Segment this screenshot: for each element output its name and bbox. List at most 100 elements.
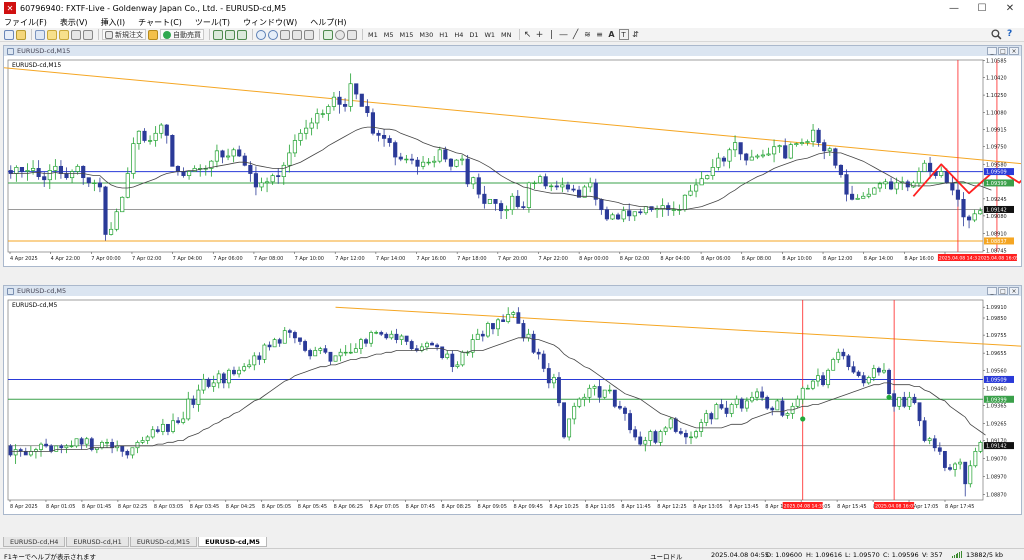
menu-tools[interactable]: ツール(T)	[195, 17, 230, 28]
chart-maximize-button[interactable]: □	[998, 287, 1008, 295]
data-window-icon[interactable]	[47, 29, 57, 40]
candle-body	[861, 195, 866, 199]
close-button[interactable]: ✕	[996, 0, 1024, 16]
maximize-button[interactable]: ☐	[968, 0, 996, 16]
price-tick-label: 1.09080	[986, 214, 1007, 220]
templates-icon[interactable]	[347, 29, 357, 40]
tab-eurusd-m15[interactable]: EURUSD-cd,M15	[129, 537, 198, 547]
tile-windows-icon[interactable]	[280, 29, 290, 40]
timeframe-m15[interactable]: M15	[398, 31, 416, 39]
auto-trade-button[interactable]: 自動売買	[160, 29, 204, 40]
text-label-icon[interactable]: T	[618, 29, 629, 40]
market-watch-icon[interactable]	[35, 29, 45, 40]
chart-close-button[interactable]: ×	[1009, 47, 1019, 55]
candle-body	[191, 398, 196, 405]
candle-body	[739, 398, 744, 409]
terminal-icon[interactable]	[71, 29, 81, 40]
candle-body	[445, 353, 450, 359]
indicators-icon[interactable]	[323, 29, 333, 40]
time-tick-label: 4 Apr 22:00	[51, 256, 80, 262]
channel-icon[interactable]: ≋	[583, 29, 593, 40]
menu-help[interactable]: ヘルプ(H)	[310, 17, 346, 28]
menu-insert[interactable]: 挿入(I)	[101, 17, 126, 28]
candle-body	[727, 149, 732, 162]
menu-chart[interactable]: チャート(C)	[138, 17, 182, 28]
candle-body	[526, 182, 532, 208]
candle-body	[150, 429, 155, 438]
chart-shift-icon[interactable]	[292, 29, 302, 40]
chart-window-m15[interactable]: EURUSD-cd,M15 _ □ × EURUSD-cd,M15 1.10585…	[3, 45, 1022, 267]
tab-eurusd-h1[interactable]: EURUSD-cd,H1	[66, 537, 129, 547]
menu-window[interactable]: ウィンドウ(W)	[243, 17, 297, 28]
profiles-icon[interactable]	[16, 29, 26, 40]
candle-body	[379, 332, 384, 335]
candle-body	[480, 333, 485, 337]
tab-eurusd-m5[interactable]: EURUSD-cd,M5	[198, 537, 267, 547]
candle-body	[955, 189, 961, 200]
tab-eurusd-h4[interactable]: EURUSD-cd,H4	[3, 537, 66, 547]
zoom-out-icon[interactable]	[268, 29, 278, 40]
metaeditor-icon[interactable]	[148, 29, 158, 40]
timeframe-w1[interactable]: W1	[482, 31, 497, 39]
vertical-line-icon[interactable]: |	[547, 29, 557, 40]
timeframe-m5[interactable]: M5	[382, 31, 396, 39]
tester-icon[interactable]	[83, 29, 93, 40]
timeframe-d1[interactable]: D1	[467, 31, 480, 39]
candle-body	[972, 213, 977, 221]
candle-body	[610, 214, 615, 220]
price-chart-m15[interactable]: EURUSD-cd,M15 1.10585 1.10420 1.10250 1.1008…	[4, 56, 1021, 266]
minimize-button[interactable]: —	[940, 0, 968, 16]
menu-file[interactable]: ファイル(F)	[4, 17, 47, 28]
help-icon[interactable]: ?	[1007, 29, 1018, 40]
timeframe-h4[interactable]: H4	[452, 31, 465, 39]
chart-minimize-button[interactable]: _	[987, 47, 997, 55]
candle-body	[536, 351, 541, 355]
candle-body	[849, 193, 855, 200]
candle-body	[450, 353, 455, 368]
candle-body	[147, 140, 153, 142]
chart-window-controls: _ □ ×	[986, 287, 1019, 295]
menu-view[interactable]: 表示(V)	[60, 17, 88, 28]
price-chart-m5[interactable]: EURUSD-cd,M5 1.09910 1.09850 1.09755 1.09655…	[4, 296, 1021, 514]
chart-minimize-button[interactable]: _	[987, 287, 997, 295]
horizontal-line-icon[interactable]: —	[559, 29, 569, 40]
candle-body	[816, 375, 820, 382]
navigator-icon[interactable]	[59, 29, 69, 40]
line-chart-icon[interactable]	[237, 29, 247, 40]
candle-body	[482, 193, 487, 204]
time-marker-tag-label: 2025.04.08 16:05	[875, 504, 916, 510]
candle-body	[628, 413, 632, 431]
new-order-button[interactable]: 新規注文	[102, 29, 146, 40]
text-icon[interactable]: A	[607, 29, 617, 40]
fibonacci-icon[interactable]: ≡	[595, 29, 605, 40]
timeframe-mn[interactable]: MN	[499, 31, 513, 39]
timeframe-m30[interactable]: M30	[417, 31, 435, 39]
periods-icon[interactable]	[335, 29, 345, 40]
candle-body	[838, 164, 844, 175]
arrows-icon[interactable]: ⇵	[631, 29, 641, 40]
toolbar-separator	[209, 29, 210, 40]
trendline-icon[interactable]: ╱	[571, 29, 581, 40]
chart-window-m5[interactable]: EURUSD-cd,M5 _ □ × EURUSD-cd,M5 1.09910 1.…	[3, 285, 1022, 515]
chart-close-button[interactable]: ×	[1009, 287, 1019, 295]
timeframe-m1[interactable]: M1	[366, 31, 380, 39]
candle-body	[170, 135, 175, 167]
candle-body	[643, 206, 649, 214]
cursor-icon[interactable]: ↖	[523, 29, 533, 40]
candle-body	[409, 158, 415, 161]
chart-window-title: EURUSD-cd,M15	[17, 47, 71, 55]
candle-body	[549, 185, 554, 188]
bar-chart-icon[interactable]	[213, 29, 223, 40]
autoscroll-icon[interactable]	[304, 29, 314, 40]
candle-body	[567, 418, 572, 438]
new-chart-icon[interactable]	[4, 29, 14, 40]
candle-body	[521, 206, 526, 208]
candle-body	[135, 441, 140, 449]
search-icon-glyph[interactable]	[991, 29, 1002, 40]
timeframe-h1[interactable]: H1	[437, 31, 450, 39]
candlestick-icon[interactable]	[225, 29, 235, 40]
crosshair-icon[interactable]: +	[535, 29, 545, 40]
chart-maximize-button[interactable]: □	[998, 47, 1008, 55]
zoom-in-icon[interactable]	[256, 29, 266, 40]
candle-body	[785, 413, 790, 416]
